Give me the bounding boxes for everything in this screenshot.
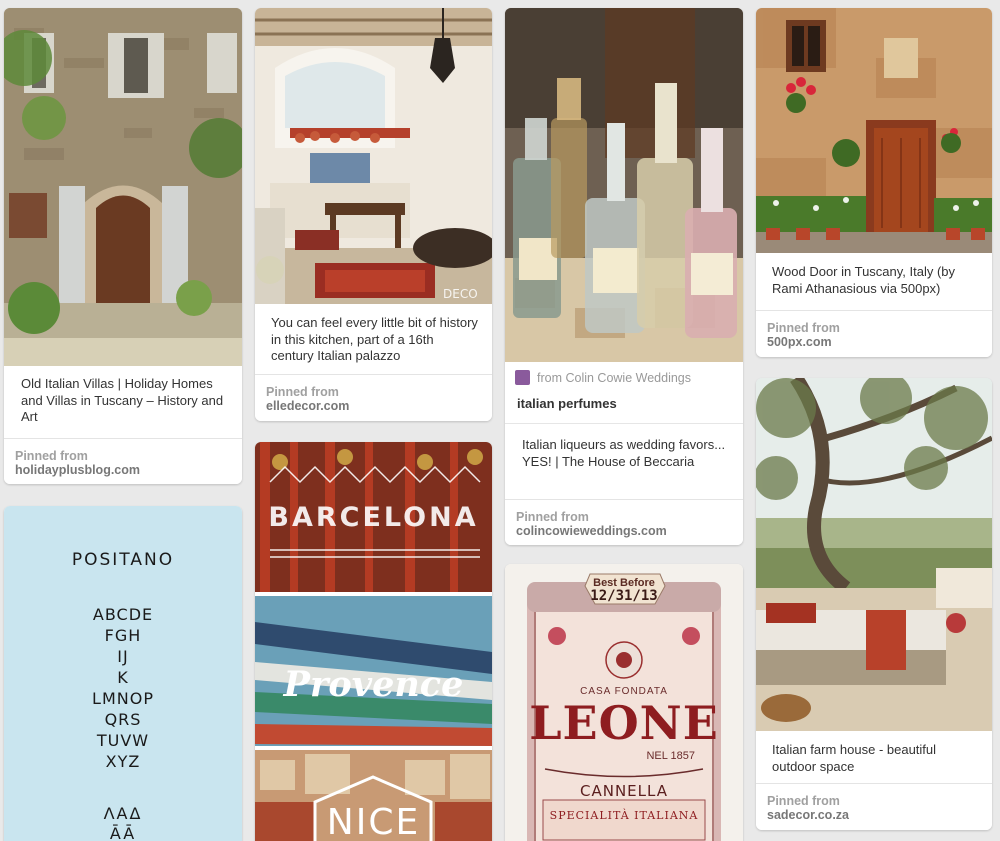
pinned-from-label: Pinned from [266,385,339,399]
pin-description: Old Italian Villas | Holiday Homes and V… [21,376,224,424]
nice-label: NICE [326,802,421,841]
pinned-from-label: Pinned from [767,794,840,808]
pin-source-footer[interactable]: Pinned from 500px.com [756,310,992,357]
board-avatar-icon [515,370,530,385]
pin-source-link[interactable]: elledecor.com [266,399,349,413]
flavour-label: CANNELLA [580,782,668,800]
farmhouse-terrace-photo[interactable] [756,378,992,731]
via-label[interactable]: from Colin Cowie Weddings [537,371,691,385]
perfume-bottles-photo[interactable] [505,8,743,362]
font-sample-extra: ΛΑΔ ĀĀ [103,804,143,841]
pin-source-footer[interactable]: Pinned from sadecor.co.za [756,783,992,830]
tuscan-villa-photo[interactable] [4,8,242,366]
brand-year: NEL 1857 [646,750,695,762]
pin-card-leone[interactable]: Best Before 12/31/13 CASA FONDATA LEONE … [505,564,743,841]
wood-door-photo[interactable] [756,8,992,253]
font-sample-alphabet: ABCDE FGH IJ K LMNOP QRS TUVW XYZ [92,605,154,771]
font-sample-title: POSITANO [71,550,175,570]
pin-source-footer[interactable]: Pinned from colincowieweddings.com [505,499,743,545]
brand-name: LEONE [529,696,719,750]
pin-description: Italian liqueurs as wedding favors... YE… [522,437,726,469]
travel-collage-photo[interactable]: BARCELONA Provence NICE [255,442,492,841]
leone-tin-photo[interactable]: Best Before 12/31/13 CASA FONDATA LEONE … [505,564,743,841]
pin-via-row[interactable]: from Colin Cowie Weddings italian perfum… [505,362,743,424]
best-before-date: 12/31/13 [590,588,658,604]
barcelona-label: BARCELONA [268,502,479,533]
pin-card-villas[interactable]: Old Italian Villas | Holiday Homes and V… [4,8,242,484]
pin-card-perfumes[interactable]: from Colin Cowie Weddings italian perfum… [505,8,743,545]
pin-board: Old Italian Villas | Holiday Homes and V… [0,0,1000,841]
pin-description: Italian farm house - beautiful outdoor s… [772,742,937,774]
pinned-from-label: Pinned from [767,321,840,335]
pin-card-kitchen[interactable]: DECO You can feel every little bit of hi… [255,8,492,421]
pin-source-link[interactable]: sadecor.co.za [767,808,849,822]
tagline-label: SPECIALITÀ ITALIANA [549,809,699,822]
font-sample-graphic[interactable]: POSITANO ABCDE FGH IJ K LMNOP QRS TUVW X… [4,506,242,841]
pin-source-link[interactable]: 500px.com [767,335,832,349]
pinned-from-label: Pinned from [15,449,88,463]
pin-card-positano[interactable]: POSITANO ABCDE FGH IJ K LMNOP QRS TUVW X… [4,506,242,841]
pin-source-link[interactable]: colincowieweddings.com [516,524,667,538]
pin-description: Wood Door in Tuscany, Italy (by Rami Ath… [772,264,956,296]
pin-source-footer[interactable]: Pinned from elledecor.com [255,374,492,421]
pin-description: You can feel every little bit of history… [271,315,478,363]
pin-card-door[interactable]: Wood Door in Tuscany, Italy (by Rami Ath… [756,8,992,357]
palazzo-kitchen-photo[interactable]: DECO [255,8,492,304]
image-watermark: DECO [443,287,478,301]
pin-card-farmhouse[interactable]: Italian farm house - beautiful outdoor s… [756,378,992,830]
pinned-from-label: Pinned from [516,510,589,524]
provence-label: Provence [283,664,464,705]
board-title[interactable]: italian perfumes [517,396,617,411]
pin-card-collage[interactable]: BARCELONA Provence NICE [255,442,492,841]
pin-source-footer[interactable]: Pinned from holidayplusblog.com [4,438,242,484]
pin-source-link[interactable]: holidayplusblog.com [15,463,140,477]
